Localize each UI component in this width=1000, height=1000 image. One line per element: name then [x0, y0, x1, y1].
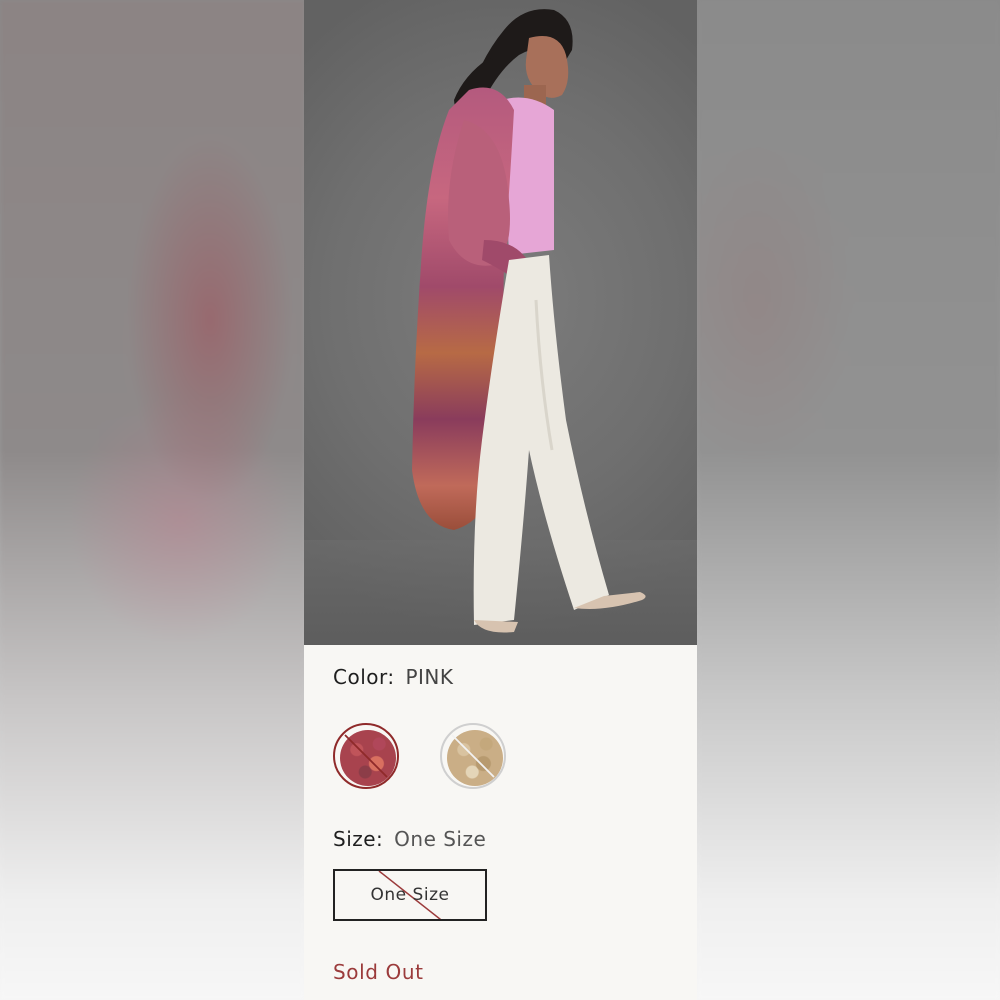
size-label: Size:	[333, 827, 384, 851]
color-value: PINK	[405, 665, 454, 689]
product-image	[304, 0, 697, 645]
unavailable-slash-icon	[344, 734, 388, 778]
size-label-row: Size: One Size	[333, 827, 486, 851]
color-label: Color:	[333, 665, 395, 689]
color-label-row: Color: PINK	[333, 665, 454, 689]
pink-swatch[interactable]	[333, 723, 399, 789]
product-card: Color: PINK Size: One Size One Size Sold…	[304, 0, 697, 1000]
unavailable-slash-icon	[451, 734, 495, 778]
size-value: One Size	[394, 827, 487, 851]
background-blur-right	[697, 0, 1000, 1000]
size-option-label: One Size	[370, 885, 450, 905]
model-illustration	[304, 9, 697, 645]
beige-swatch[interactable]	[440, 723, 506, 789]
sold-out-status: Sold Out	[333, 960, 424, 984]
size-option-button[interactable]: One Size	[333, 869, 487, 921]
background-blur-left	[0, 0, 305, 1000]
